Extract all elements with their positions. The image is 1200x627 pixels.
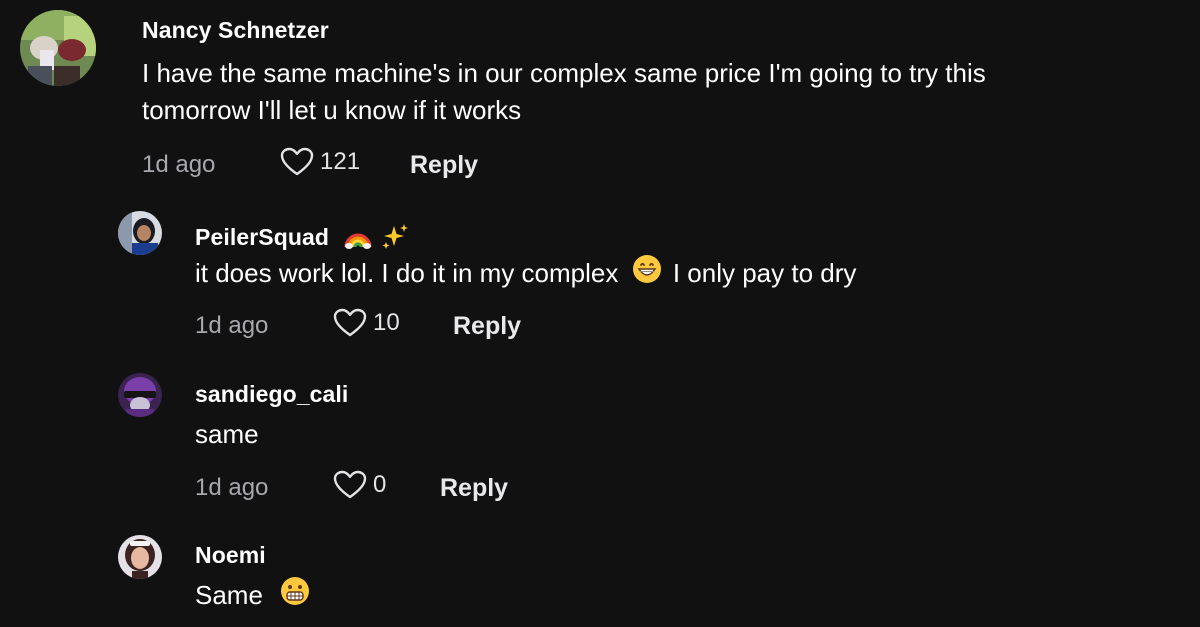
avatar[interactable] — [20, 10, 96, 86]
photo-avatar-icon — [118, 535, 162, 579]
heart-icon — [280, 147, 314, 177]
photo-avatar-icon — [118, 211, 162, 255]
comment-text-line: tomorrow I'll let u know if it works — [142, 95, 522, 125]
avatar[interactable] — [118, 373, 162, 417]
comment-text: Same — [195, 576, 310, 617]
heart-icon — [333, 308, 367, 338]
reply-button[interactable]: Reply — [440, 474, 508, 503]
rainbow-icon — [344, 223, 372, 255]
like-count: 10 — [373, 309, 400, 336]
like-button[interactable]: 10 — [333, 308, 400, 338]
comment-text-part: I only pay to dry — [672, 258, 857, 288]
avatar[interactable] — [118, 535, 162, 579]
photo-avatar-icon — [118, 373, 162, 417]
grinning-face-icon — [632, 254, 662, 293]
avatar[interactable] — [118, 211, 162, 255]
timestamp: 1d ago — [195, 474, 269, 501]
like-count: 0 — [373, 471, 387, 498]
photo-avatar-icon — [20, 10, 96, 86]
comment-text: same — [195, 419, 259, 449]
username[interactable]: Nancy Schnetzer — [142, 17, 329, 44]
reply-button[interactable]: Reply — [453, 312, 521, 341]
comment-text: it does work lol. I do it in my complex … — [195, 254, 857, 295]
username[interactable]: sandiego_cali — [195, 381, 348, 408]
timestamp: 1d ago — [195, 312, 269, 339]
comment-text-line: I have the same machine's in our complex… — [142, 58, 986, 88]
timestamp: 1d ago — [142, 151, 216, 178]
comment-text-part: it does work lol. I do it in my complex — [195, 258, 619, 288]
grimacing-face-icon — [280, 576, 310, 615]
like-count: 121 — [320, 148, 361, 175]
like-button[interactable]: 121 — [280, 147, 360, 177]
heart-icon — [333, 470, 367, 500]
username-text: PeilerSquad — [195, 224, 330, 251]
comment-text-part: Same — [195, 580, 263, 610]
username[interactable]: Noemi — [195, 542, 266, 569]
username[interactable]: PeilerSquad — [195, 222, 410, 256]
sparkles-icon — [380, 222, 410, 256]
like-button[interactable]: 0 — [333, 470, 386, 500]
reply-button[interactable]: Reply — [410, 151, 478, 180]
